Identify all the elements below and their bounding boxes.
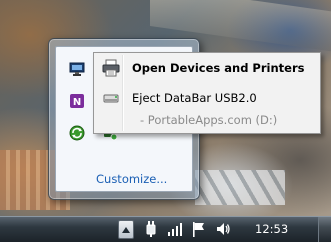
menu-item-label: Eject DataBar USB2.0 [132,91,257,105]
taskbar: 12:53 [0,216,331,242]
context-menu: Open Devices and Printers Eject DataBar … [93,52,321,134]
wallpaper-tents-detail [195,170,285,205]
speaker-icon[interactable] [215,221,231,237]
customize-link[interactable]: Customize... [96,172,167,186]
signal-bars-icon[interactable] [167,221,183,237]
network-map-icon[interactable] [69,61,85,77]
menu-item-label: - PortableApps.com (D:) [140,113,278,127]
menu-item-label: Open Devices and Printers [132,61,305,75]
printer-icon [102,59,120,77]
flag-icon[interactable] [191,221,207,237]
menu-item-eject-databar-usb[interactable]: Eject DataBar USB2.0 [96,87,318,109]
show-desktop-button[interactable] [318,217,331,242]
sync-icon[interactable] [69,125,85,141]
chevron-up-icon [122,226,130,233]
onenote-icon[interactable]: N [69,93,85,109]
menu-item-portableapps-volume: - PortableApps.com (D:) [96,109,318,131]
svg-text:N: N [73,97,81,108]
power-plug-icon[interactable] [143,221,159,237]
show-hidden-icons-button[interactable] [118,220,134,239]
usb-drive-icon [102,89,120,107]
menu-item-open-devices-and-printers[interactable]: Open Devices and Printers [96,57,318,79]
taskbar-clock[interactable]: 12:53 [255,222,288,236]
